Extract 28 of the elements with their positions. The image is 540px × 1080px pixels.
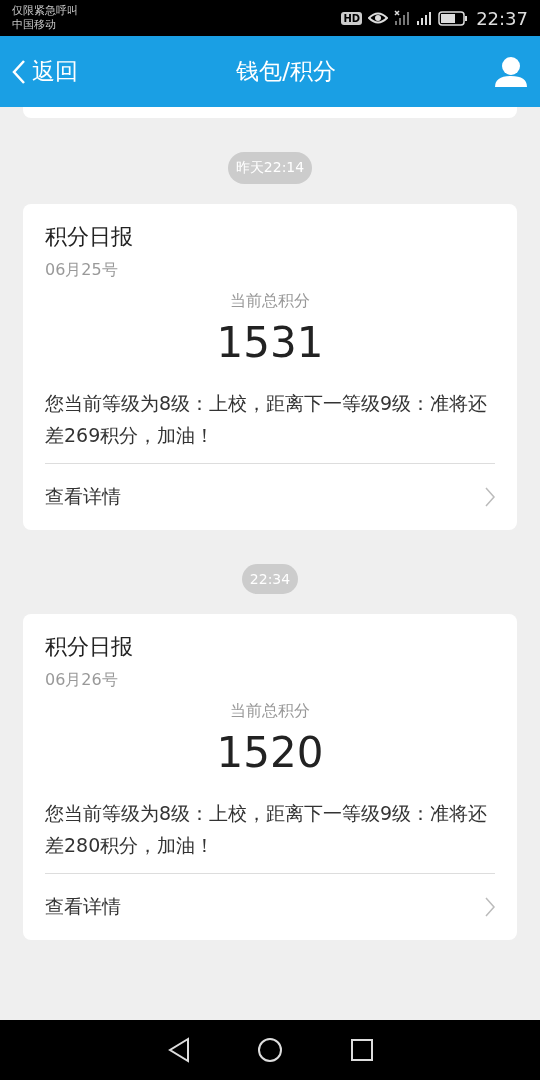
details-link[interactable]: 查看详情 [45,874,495,940]
signal-icon [416,10,433,26]
chevron-right-icon [485,487,495,507]
chevron-left-icon [12,58,26,85]
eye-icon [368,11,389,25]
points-label: 当前总积分 [229,701,311,722]
carrier-text: 仅限紧急呼叫 [12,4,78,18]
details-link[interactable]: 查看详情 [45,464,495,530]
card-title: 积分日报 [45,223,134,251]
points-value: 1531 [215,318,325,367]
card-date: 06月26号 [45,670,119,691]
back-icon[interactable] [166,1037,191,1063]
home-icon[interactable] [257,1037,283,1063]
points-label: 当前总积分 [229,291,311,312]
recents-icon[interactable] [349,1038,374,1062]
carrier-text: 中国移动 [12,18,57,32]
clock: 22:37 [476,7,528,29]
message-text: 您当前等级为8级：上校，距离下一等级9级：准将还差269积分，加油！ [45,387,495,464]
card-title: 积分日报 [45,633,134,661]
hd-badge: HD [341,11,363,25]
card-date: 06月25号 [45,260,119,281]
message-text: 您当前等级为8级：上校，距离下一等级9级：准将还差280积分，加油！ [45,797,495,874]
battery-icon [438,10,469,26]
page-title: 钱包/积分 [236,57,336,86]
signal-icon [394,10,411,26]
user-icon[interactable] [494,55,528,88]
chevron-right-icon [485,897,495,917]
points-value: 1520 [215,728,325,777]
